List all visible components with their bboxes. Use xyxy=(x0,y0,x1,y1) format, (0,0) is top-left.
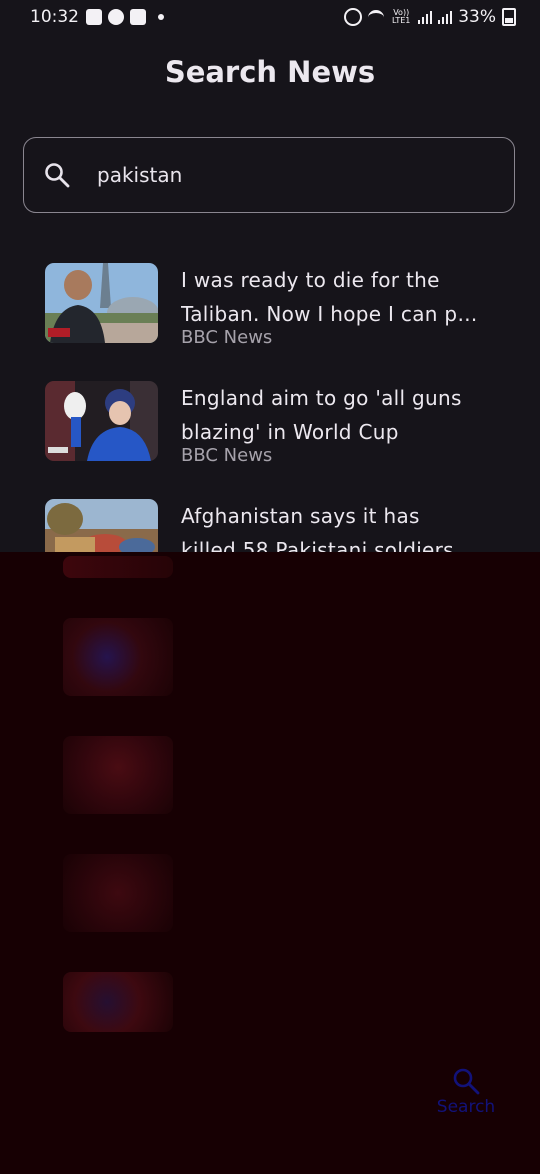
news-item[interactable]: England aim to go 'all guns blazing' in … xyxy=(45,381,515,481)
news-thumbnail-image xyxy=(45,381,158,461)
search-icon xyxy=(453,1068,480,1095)
search-input[interactable]: pakistan xyxy=(23,137,515,213)
news-headline: I was ready to die for the Taliban. Now … xyxy=(181,263,511,331)
battery-percent: 33% xyxy=(458,7,496,27)
news-thumbnail xyxy=(45,381,158,461)
network-tag: Vo)) LTE1 xyxy=(392,8,411,25)
alarm-icon xyxy=(344,8,363,26)
news-headline: England aim to go 'all guns blazing' in … xyxy=(181,381,511,449)
faded-thumbnail xyxy=(63,618,173,696)
news-headline-line: I was ready to die for the xyxy=(181,268,440,292)
news-source: BBC News xyxy=(181,327,273,348)
news-headline-line: Taliban. Now I hope I can p… xyxy=(181,302,478,326)
nav-search-tab[interactable]: Search xyxy=(436,1067,496,1117)
signal-2-icon xyxy=(438,10,453,24)
news-thumbnail xyxy=(45,263,158,343)
more-notifications-icon xyxy=(158,14,164,20)
status-time: 10:32 xyxy=(30,7,79,27)
faded-thumbnail xyxy=(63,736,173,814)
notification-icons xyxy=(86,9,164,25)
battery-icon xyxy=(502,8,516,26)
wifi-icon xyxy=(368,9,385,25)
gallery-icon xyxy=(86,9,102,25)
status-bar: 10:32 Vo)) LTE1 33% xyxy=(0,0,540,36)
faded-thumbnail xyxy=(63,854,173,932)
news-headline-line: England aim to go 'all guns xyxy=(181,386,462,410)
faded-thumbnail xyxy=(63,972,173,1032)
checkbox-icon xyxy=(130,9,146,25)
news-headline-line: Afghanistan says it has xyxy=(181,504,420,528)
nav-search-label: Search xyxy=(436,1097,496,1117)
search-query: pakistan xyxy=(97,163,183,187)
news-thumbnail-image xyxy=(45,263,158,343)
app-icon xyxy=(108,9,124,25)
news-headline-line: blazing' in World Cup xyxy=(181,420,399,444)
faded-thumbnail xyxy=(63,556,173,578)
signal-icon xyxy=(418,10,433,24)
news-item[interactable]: I was ready to die for the Taliban. Now … xyxy=(45,263,515,363)
search-icon xyxy=(45,163,70,188)
news-source: BBC News xyxy=(181,445,273,466)
page-title: Search News xyxy=(164,55,376,89)
